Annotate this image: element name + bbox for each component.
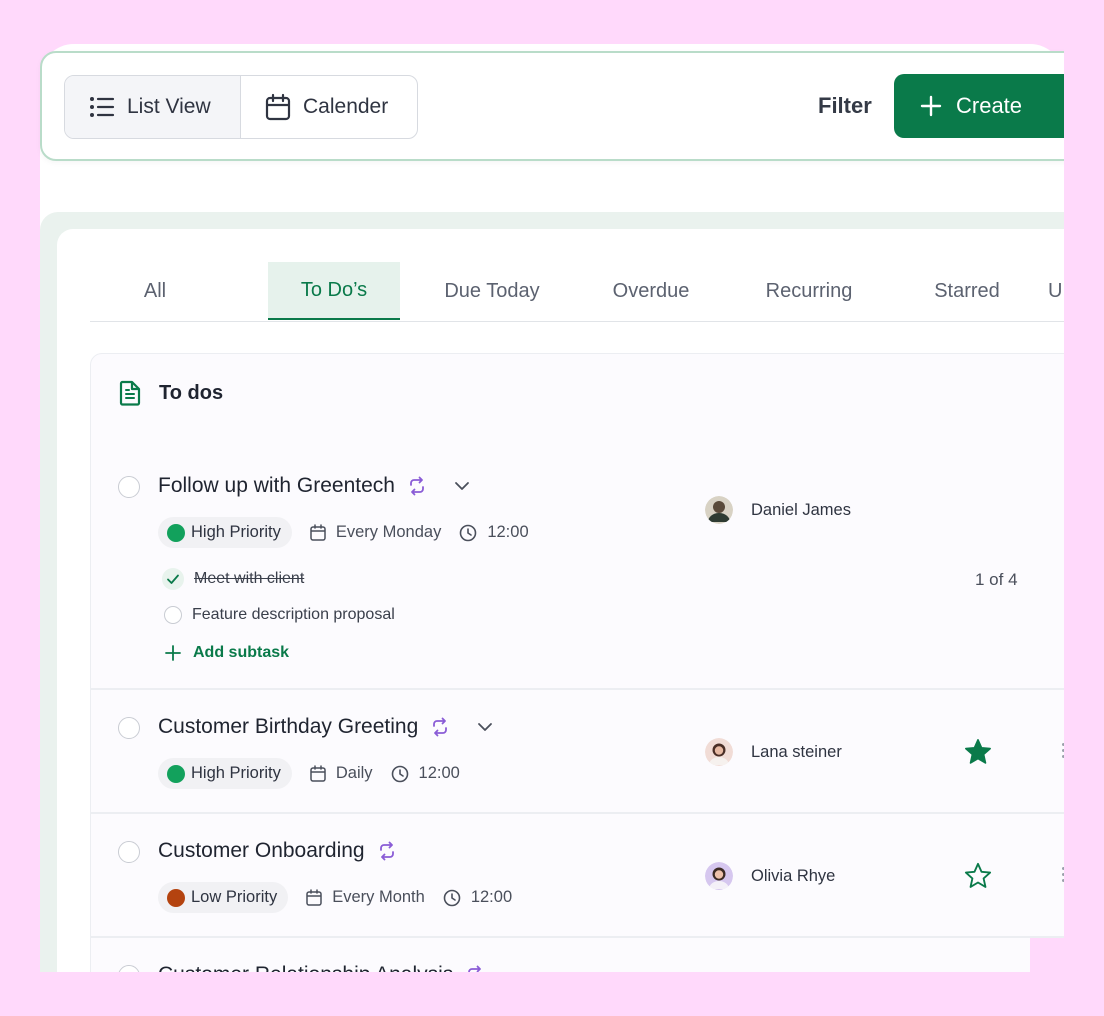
time-label: 12:00	[470, 888, 513, 906]
document-icon	[119, 380, 141, 406]
list-view-label: List View	[127, 95, 211, 118]
task-title-text: Customer Birthday Greeting	[158, 715, 419, 738]
tab-todos[interactable]: To Do’s	[268, 262, 400, 320]
divider	[91, 936, 1099, 938]
assignee-name: Olivia Rhye	[751, 866, 836, 885]
view-switch: List View Calender	[64, 75, 418, 139]
add-subtask-label: Add subtask	[193, 644, 290, 661]
priority-label: High Priority	[191, 523, 281, 541]
avatar	[705, 862, 733, 890]
assignee-name: Lana steiner	[751, 742, 842, 761]
calendar-icon	[310, 765, 326, 782]
list-icon	[90, 97, 115, 117]
filter-button[interactable]: Filter	[818, 93, 872, 119]
schedule: Daily	[310, 764, 373, 783]
subtask-item[interactable]: Feature description proposal	[164, 606, 395, 624]
task-meta: High Priority Every Monday 12:00	[158, 517, 529, 548]
frame-mask-right	[1064, 0, 1104, 1016]
add-subtask-button[interactable]: Add subtask	[165, 644, 289, 662]
avatar	[705, 496, 733, 524]
schedule-label: Every Monday	[335, 523, 442, 541]
task-title-text: Follow up with Greentech	[158, 474, 395, 497]
chevron-down-icon[interactable]	[453, 477, 471, 495]
subtask-label: Feature description proposal	[192, 606, 395, 623]
priority-dot	[167, 764, 185, 783]
task-title-text: Customer Onboarding	[158, 839, 365, 862]
schedule-label: Daily	[335, 764, 373, 782]
chevron-down-icon[interactable]	[476, 718, 494, 736]
priority-dot	[167, 888, 185, 907]
time-label: 12:00	[418, 764, 460, 782]
calendar-icon	[306, 889, 322, 906]
subtask-counter: 1 of 4	[975, 570, 1018, 589]
task-checkbox[interactable]	[118, 841, 140, 863]
schedule: Every Monday	[310, 523, 441, 542]
subtask-checkbox[interactable]	[164, 606, 182, 624]
create-label: Create	[956, 93, 1023, 118]
task-title: Customer Onboarding	[158, 839, 397, 863]
schedule-label: Every Month	[332, 888, 425, 906]
calendar-view-label: Calender	[303, 95, 389, 118]
tab-bar: All To Do’s Due Today Overdue Recurring …	[90, 262, 1090, 322]
clock-icon	[460, 524, 477, 541]
task-meta: Low Priority Every Month 12:00	[158, 882, 512, 913]
subtask-label: Meet with client	[194, 570, 305, 587]
repeat-icon	[433, 717, 448, 737]
priority-dot	[167, 523, 185, 542]
clock-icon	[391, 765, 408, 782]
task-title: Follow up with Greentech	[158, 474, 471, 498]
priority-badge: High Priority	[158, 517, 292, 548]
tab-all[interactable]: All	[112, 262, 198, 320]
time-label: 12:00	[487, 523, 529, 541]
assignee-name: Daniel James	[751, 500, 851, 519]
due-time: 12:00	[443, 888, 512, 907]
frame-mask-bottom	[0, 972, 1104, 1016]
due-time: 12:00	[391, 764, 460, 783]
assignee: Daniel James	[705, 496, 851, 524]
assignee: Olivia Rhye	[705, 862, 835, 890]
list-view-button[interactable]: List View	[65, 76, 241, 138]
clock-icon	[443, 889, 461, 906]
tab-starred[interactable]: Starred	[916, 262, 1018, 320]
task-checkbox[interactable]	[118, 476, 140, 498]
task-checkbox[interactable]	[118, 717, 140, 739]
plus-icon	[920, 95, 942, 117]
assignee: Lana steiner	[705, 738, 842, 766]
priority-label: Low Priority	[191, 888, 278, 906]
repeat-icon	[379, 841, 394, 861]
avatar	[705, 738, 733, 766]
star-outline-icon[interactable]	[964, 862, 992, 889]
due-time: 12:00	[459, 523, 529, 542]
schedule: Every Month	[306, 888, 425, 907]
tab-recurring[interactable]: Recurring	[748, 262, 870, 320]
plus-icon	[165, 645, 181, 661]
tab-due-today[interactable]: Due Today	[428, 262, 556, 320]
subtask-checkbox[interactable]	[162, 568, 184, 590]
calendar-icon	[265, 93, 291, 121]
priority-badge: Low Priority	[158, 882, 289, 913]
priority-label: High Priority	[191, 764, 281, 782]
calendar-view-button[interactable]: Calender	[241, 76, 412, 138]
list-heading-label: To dos	[159, 381, 224, 404]
priority-badge: High Priority	[158, 758, 292, 789]
tab-overdue[interactable]: Overdue	[596, 262, 706, 320]
repeat-icon	[410, 476, 424, 496]
divider	[91, 812, 1099, 814]
list-heading: To dos	[119, 380, 223, 406]
subtask-item[interactable]: Meet with client	[162, 568, 304, 590]
calendar-icon	[310, 524, 326, 541]
task-title: Customer Birthday Greeting	[158, 715, 494, 739]
todo-list: To dos Follow up with Greentech High Pri…	[90, 353, 1100, 993]
toolbar: List View Calender Filter Create	[40, 51, 1104, 161]
divider	[91, 688, 1099, 690]
star-filled-icon[interactable]	[964, 738, 992, 765]
task-meta: High Priority Daily 12:00	[158, 758, 460, 789]
check-icon	[167, 574, 179, 584]
